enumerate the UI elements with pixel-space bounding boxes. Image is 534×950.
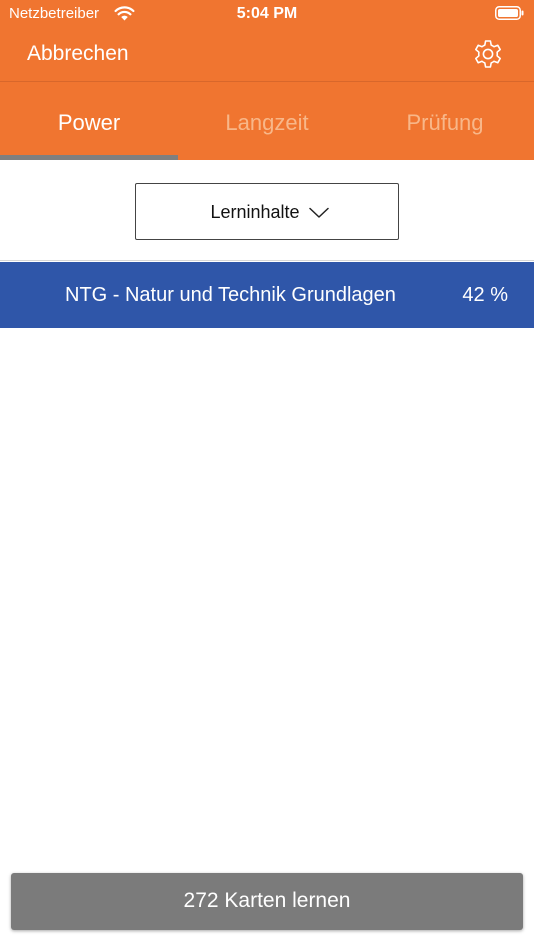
divider <box>0 260 534 261</box>
content-dropdown[interactable]: Lerninhalte <box>135 183 399 240</box>
app-header: Netzbetreiber 5:04 PM Abbrechen Power La <box>0 0 534 160</box>
learn-cards-button[interactable]: 272 Karten lernen <box>11 873 523 930</box>
topic-title: NTG - Natur und Technik Grundlagen <box>65 284 396 306</box>
tab-bar: Power Langzeit Prüfung <box>0 83 534 160</box>
tab-label: Langzeit <box>225 110 309 135</box>
navigation-bar: Abbrechen <box>0 28 534 82</box>
chevron-down-icon <box>309 207 329 218</box>
learn-cards-label: 272 Karten lernen <box>183 889 351 912</box>
status-time: 5:04 PM <box>236 5 298 22</box>
tab-langzeit[interactable]: Langzeit <box>178 83 356 160</box>
tab-active-indicator <box>0 155 178 160</box>
cancel-button[interactable]: Abbrechen <box>27 42 129 66</box>
tab-label: Power <box>57 110 121 135</box>
tab-pruefung[interactable]: Prüfung <box>356 83 534 160</box>
tab-power[interactable]: Power <box>0 83 178 160</box>
tab-label: Prüfung <box>406 110 484 135</box>
gear-icon[interactable] <box>472 38 504 70</box>
dropdown-selected-value: Lerninhalte <box>210 202 300 222</box>
status-bar: Netzbetreiber 5:04 PM <box>0 0 534 28</box>
topic-progress-percent: 42 % <box>462 284 508 306</box>
battery-icon <box>495 6 524 20</box>
topic-progress-bar <box>0 325 225 328</box>
topic-row[interactable]: NTG - Natur und Technik Grundlagen 42 % <box>0 262 534 328</box>
